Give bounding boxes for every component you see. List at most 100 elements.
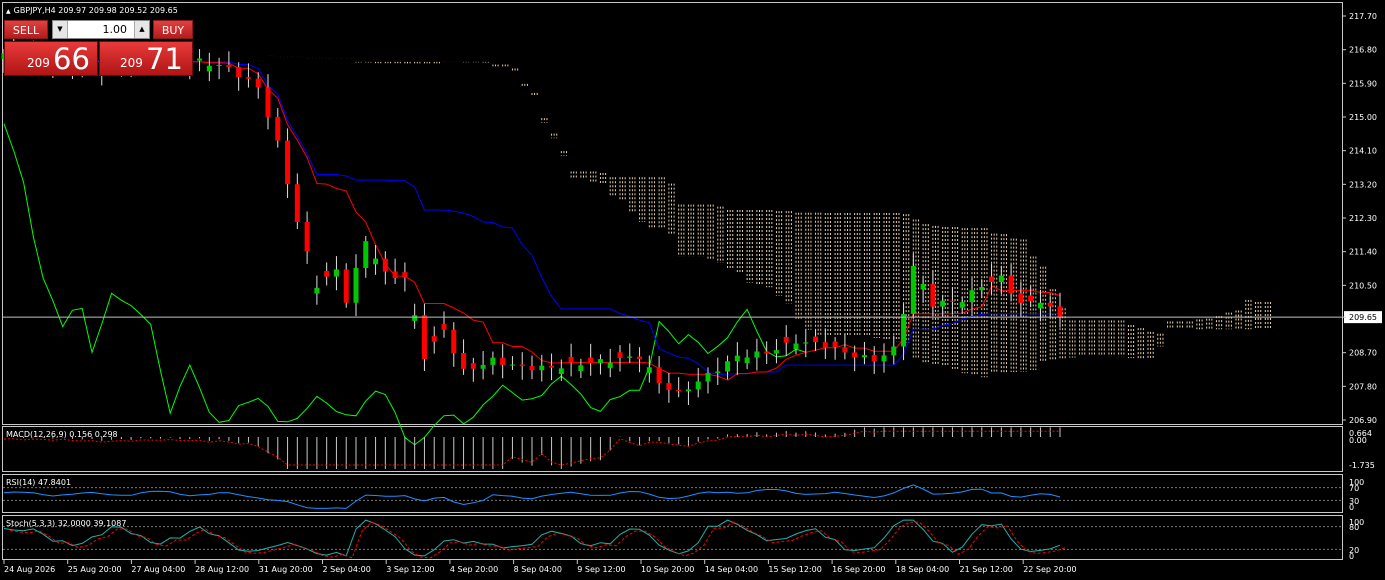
rsi-axis-label: 70 (1349, 484, 1359, 493)
bear-candle (451, 322, 457, 367)
candle-body (373, 258, 379, 265)
candle-body (705, 373, 711, 382)
time-axis-label: 2 Sep 04:00 (323, 565, 371, 574)
candle-body (930, 283, 936, 307)
lot-size-field[interactable]: ▼ 1.00 ▲ (52, 20, 150, 39)
bear-candle (813, 329, 819, 352)
bull-candle (901, 303, 907, 361)
collapse-icon[interactable]: ▲ (6, 8, 11, 15)
lot-size-value: 1.00 (102, 23, 128, 36)
candle-body (236, 67, 242, 78)
bull-candle (206, 52, 212, 82)
bull-candle (197, 49, 203, 72)
macd-histogram (13, 427, 1061, 469)
buy-button[interactable]: BUY (153, 20, 193, 39)
one-click-trading-panel: SELL ▼ 1.00 ▲ BUY 209 66 209 71 (4, 20, 193, 76)
candle-body (666, 383, 672, 390)
candle-body (451, 329, 457, 354)
rsi-axis-label: 0 (1349, 503, 1354, 512)
sell-price[interactable]: 209 66 (4, 41, 98, 76)
candle-body (363, 241, 369, 269)
price-chart[interactable]: 217.70 216.80 215.90 215.00 214.10 213.20 212.… (0, 0, 1385, 580)
price-axis-label: 215.90 (1349, 79, 1377, 88)
sell-price-prefix: 209 (27, 56, 50, 70)
candle-body (891, 346, 897, 356)
sell-button[interactable]: SELL (4, 20, 48, 39)
price-axis-label: 214.10 (1349, 147, 1377, 156)
candle-body (255, 78, 261, 88)
bull-candle (685, 381, 691, 405)
bull-candle (578, 358, 584, 378)
candle-body (901, 313, 907, 347)
candle-body (500, 357, 506, 365)
candle-body (549, 365, 555, 368)
ichimoku-lines (3, 55, 1061, 446)
candle-body (324, 270, 330, 277)
candle-body (920, 283, 926, 290)
lot-up-icon[interactable]: ▲ (134, 21, 149, 38)
candle-body (314, 287, 320, 294)
bear-candle (529, 355, 535, 380)
bull-candle (509, 356, 515, 370)
time-axis-label: 25 Aug 20:00 (68, 565, 122, 574)
buy-price[interactable]: 209 71 (99, 41, 193, 76)
candle-body (637, 356, 643, 359)
price-axis-label: 217.70 (1349, 12, 1377, 21)
bull-candle (754, 338, 760, 371)
time-axis-label: 22 Sep 20:00 (1023, 565, 1076, 574)
macd-axis-label: -1.735 (1349, 461, 1375, 470)
candle-body (490, 357, 496, 365)
candle-body (754, 351, 760, 358)
candle-body (1057, 306, 1063, 318)
price-axis-label: 211.40 (1349, 248, 1377, 257)
bull-candle (353, 254, 359, 317)
candle-body (627, 356, 633, 358)
bull-candle (490, 351, 496, 375)
bull-candle (744, 349, 750, 370)
candle-body (764, 351, 770, 354)
candle-body (695, 381, 701, 390)
macd-axis-label: 0.00 (1349, 436, 1367, 445)
candle-body (265, 87, 271, 117)
time-axis-label: 24 Aug 2026 (4, 565, 55, 574)
bear-candle (236, 62, 242, 91)
candle-body (861, 355, 867, 358)
bear-candle (285, 128, 291, 199)
candle-body (529, 366, 535, 371)
price-axis-label: 209.65 (1349, 313, 1377, 322)
price-axis-label: 216.80 (1349, 46, 1377, 55)
candle-body (480, 364, 486, 369)
bear-candle (431, 326, 437, 354)
candle-body (206, 65, 212, 72)
candle-body (382, 258, 388, 272)
bull-candle (597, 354, 603, 375)
bull-candle (861, 341, 867, 365)
bull-candle (734, 342, 740, 376)
bull-candle (695, 367, 701, 398)
bull-candle (881, 343, 887, 373)
lot-down-icon[interactable]: ▼ (53, 21, 68, 38)
candle-body (783, 337, 789, 343)
candle-body (1037, 302, 1043, 309)
time-axis-label: 4 Sep 20:00 (450, 565, 498, 574)
candle-body (803, 342, 809, 344)
ohlc-values: 209.97 209.98 209.52 209.65 (58, 6, 178, 15)
candle-body (285, 140, 291, 185)
ichimoku-cloud (355, 61, 1272, 378)
candle-body (734, 355, 740, 362)
candle-body (607, 362, 613, 369)
time-axis-label: 14 Sep 04:00 (705, 565, 758, 574)
candle-body (871, 355, 877, 362)
price-axis-label: 208.70 (1349, 349, 1377, 358)
bear-candle (656, 356, 662, 394)
price-axis-label: 206.90 (1349, 416, 1377, 425)
time-axis-label: 16 Sep 20:00 (832, 565, 885, 574)
candle-body (910, 265, 916, 314)
bear-candle (783, 325, 789, 356)
stoch-signal-line (9, 521, 1067, 559)
price-axis-label: 210.50 (1349, 281, 1377, 290)
candle-body (197, 58, 203, 61)
bear-candle (568, 343, 574, 377)
candle-body (793, 343, 799, 350)
candle-body (431, 336, 437, 342)
